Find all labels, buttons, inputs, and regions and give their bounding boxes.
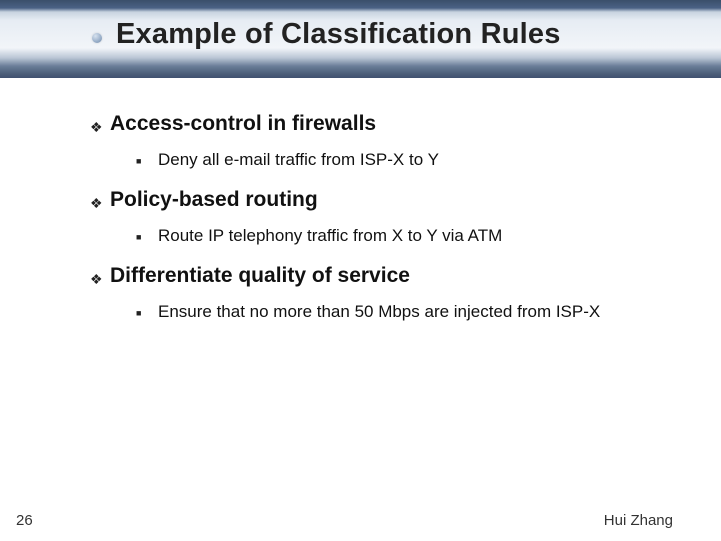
diamond-bullet-icon: ❖ xyxy=(90,120,110,134)
bullet-heading-text: Access-control in firewalls xyxy=(110,112,376,136)
bullet-heading-text: Policy-based routing xyxy=(110,188,318,212)
bullet-sub-text: Ensure that no more than 50 Mbps are inj… xyxy=(158,302,600,322)
bullet-sub: ■ Ensure that no more than 50 Mbps are i… xyxy=(136,302,693,322)
slide-content: ❖ Access-control in firewalls ■ Deny all… xyxy=(90,112,693,326)
bullet-sub: ■ Route IP telephony traffic from X to Y… xyxy=(136,226,693,246)
bullet-heading: ❖ Differentiate quality of service xyxy=(90,264,693,288)
bullet-heading: ❖ Policy-based routing xyxy=(90,188,693,212)
slide-header: Example of Classification Rules xyxy=(0,0,721,78)
square-bullet-icon: ■ xyxy=(136,157,158,166)
bullet-sub: ■ Deny all e-mail traffic from ISP-X to … xyxy=(136,150,693,170)
slide: Example of Classification Rules ❖ Access… xyxy=(0,0,721,541)
diamond-bullet-icon: ❖ xyxy=(90,196,110,210)
diamond-bullet-icon: ❖ xyxy=(90,272,110,286)
title-bullet-icon xyxy=(92,33,102,43)
bullet-heading-text: Differentiate quality of service xyxy=(110,264,410,288)
bullet-sub-text: Route IP telephony traffic from X to Y v… xyxy=(158,226,502,246)
bullet-heading: ❖ Access-control in firewalls xyxy=(90,112,693,136)
bullet-sub-text: Deny all e-mail traffic from ISP-X to Y xyxy=(158,150,439,170)
square-bullet-icon: ■ xyxy=(136,309,158,318)
page-number: 26 xyxy=(16,512,33,529)
author-name: Hui Zhang xyxy=(604,512,673,529)
square-bullet-icon: ■ xyxy=(136,233,158,242)
slide-title: Example of Classification Rules xyxy=(116,18,561,51)
